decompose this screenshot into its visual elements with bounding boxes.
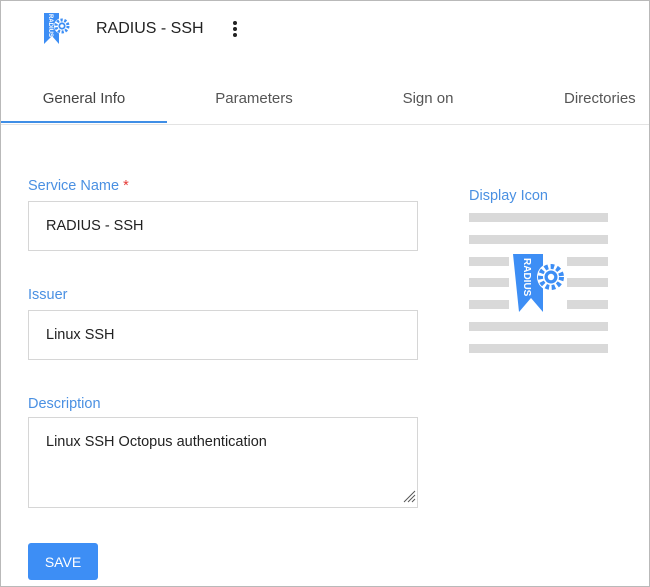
app-header: RADIUS RADIUS - SSH [1,1,649,57]
placeholder-line [469,213,608,222]
tab-directories[interactable]: Directories [519,73,649,123]
resize-grip-icon[interactable] [402,489,416,503]
active-tab-indicator [1,121,167,123]
save-button[interactable]: SAVE [28,543,98,580]
placeholder-line [469,322,608,331]
app-title: RADIUS - SSH [96,20,204,37]
window-frame: RADIUS RADIUS - SSH General Info Paramet… [0,0,650,587]
svg-text:RADIUS: RADIUS [521,258,532,297]
tab-parameters[interactable]: Parameters [171,73,337,123]
svg-text:RADIUS: RADIUS [47,14,53,37]
service-name-label: Service Name * [28,178,129,194]
tab-sign-on[interactable]: Sign on [345,73,511,123]
issuer-label: Issuer [28,287,68,303]
required-mark: * [123,178,129,194]
tab-bar: General Info Parameters Sign on Director… [1,73,649,125]
tab-general-info[interactable]: General Info [1,73,167,123]
display-icon-label: Display Icon [469,188,548,204]
placeholder-line [469,235,608,244]
kebab-menu-icon[interactable] [227,19,243,39]
radius-gear-badge-icon: RADIUS [40,13,70,44]
description-textarea[interactable]: Linux SSH Octopus authentication [28,417,418,508]
placeholder-line [469,344,608,353]
service-name-input[interactable] [28,201,418,251]
description-label: Description [28,396,101,412]
radius-gear-badge-icon: RADIUS [509,252,567,314]
issuer-input[interactable] [28,310,418,360]
